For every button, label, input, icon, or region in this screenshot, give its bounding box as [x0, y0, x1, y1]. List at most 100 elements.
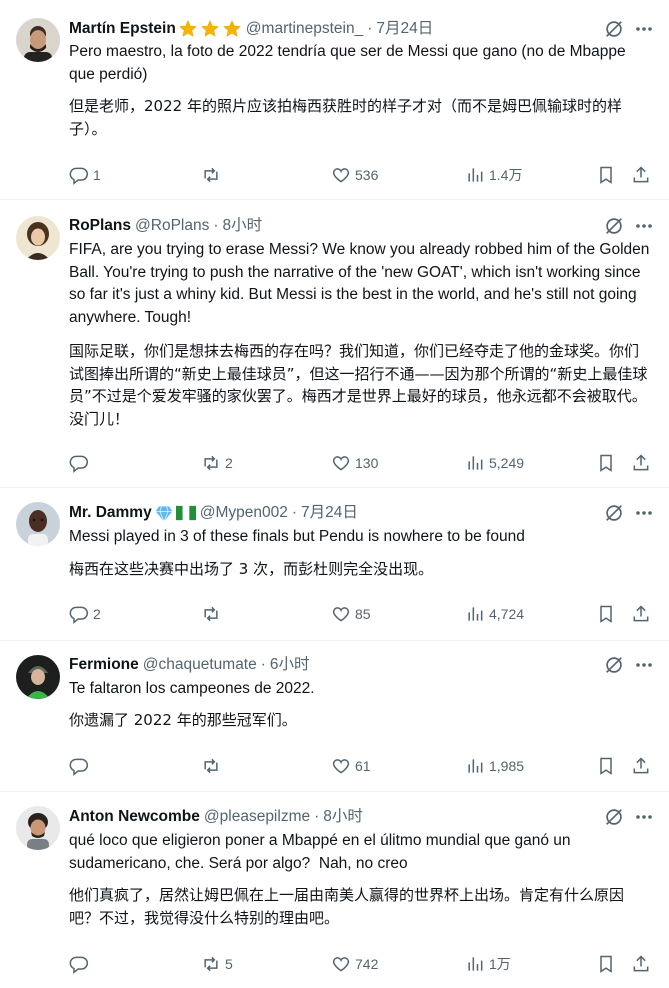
share-icon: [631, 165, 651, 185]
display-name[interactable]: Martín Epstein: [69, 18, 176, 40]
bookmark-button[interactable]: [596, 953, 616, 975]
user-handle[interactable]: @martinepstein_: [246, 18, 363, 40]
retweet-count: 2: [225, 455, 233, 471]
avatar[interactable]: [16, 502, 60, 546]
share-icon: [631, 756, 651, 776]
separator-dot: ·: [314, 808, 320, 825]
tweet-header: Fermione @chaquetumate · 6小时: [69, 654, 629, 676]
bar-chart-icon: [465, 954, 485, 974]
timestamp[interactable]: 8小时: [223, 215, 263, 237]
avatar[interactable]: [16, 18, 60, 62]
more-options-icon[interactable]: [633, 654, 655, 676]
like-button[interactable]: 130: [331, 452, 378, 474]
grok-icon[interactable]: [603, 806, 625, 828]
tweet[interactable]: Mr. Dammy @Mypen002 · 7月24日 Messi played…: [0, 488, 669, 641]
timestamp[interactable]: 6小时: [270, 654, 310, 676]
display-name[interactable]: Fermione: [69, 654, 139, 676]
timestamp[interactable]: 8小时: [323, 806, 363, 828]
timestamp[interactable]: 7月24日: [376, 18, 433, 40]
user-handle[interactable]: @RoPlans: [135, 215, 209, 237]
display-name[interactable]: Anton Newcombe: [69, 806, 200, 828]
reply-button[interactable]: [69, 953, 93, 975]
tweet-text: FIFA, are you trying to erase Messi? We …: [69, 241, 654, 326]
star-badge-icon: [200, 19, 220, 39]
reply-button[interactable]: [69, 452, 93, 474]
views-button[interactable]: 1.4万: [465, 164, 522, 186]
bookmark-button[interactable]: [596, 452, 616, 474]
like-count: 61: [355, 758, 371, 774]
views-button[interactable]: 5,249: [465, 452, 524, 474]
more-options-icon[interactable]: [633, 502, 655, 524]
share-button[interactable]: [631, 953, 651, 975]
views-button[interactable]: 4,724: [465, 603, 524, 625]
tweet-translation: 梅西在这些决赛中出场了 3 次，而彭杜则完全没出现。: [69, 560, 434, 578]
tweet-actions: 61 1,985: [69, 755, 653, 777]
reply-icon: [69, 756, 89, 776]
retweet-button[interactable]: [201, 164, 225, 186]
retweet-icon: [201, 453, 221, 473]
bookmark-icon: [596, 756, 616, 776]
more-options-icon[interactable]: [633, 18, 655, 40]
like-button[interactable]: 742: [331, 953, 378, 975]
bookmark-icon: [596, 453, 616, 473]
like-button[interactable]: 61: [331, 755, 371, 777]
reply-count: 2: [93, 606, 101, 622]
tweet-header: Anton Newcombe @pleasepilzme · 8小时: [69, 806, 629, 828]
share-icon: [631, 954, 651, 974]
more-options-icon[interactable]: [633, 215, 655, 237]
retweet-button[interactable]: 5: [201, 953, 233, 975]
tweet[interactable]: Martín Epstein @martinepstein_ · 7月24日 P…: [0, 0, 669, 200]
tweet-actions: 1 536 1.4万: [69, 164, 653, 186]
bookmark-button[interactable]: [596, 164, 616, 186]
user-handle[interactable]: @chaquetumate: [143, 654, 257, 676]
tweet-translation: 他们真疯了，居然让姆巴佩在上一届由南美人赢得的世界杯上出场。肯定有什么原因吧？不…: [69, 886, 625, 927]
bookmark-button[interactable]: [596, 755, 616, 777]
avatar[interactable]: [16, 655, 60, 699]
retweet-icon: [201, 165, 221, 185]
share-button[interactable]: [631, 755, 651, 777]
separator-dot: ·: [213, 217, 219, 234]
tweet-header: Mr. Dammy @Mypen002 · 7月24日: [69, 502, 629, 524]
tweet[interactable]: RoPlans @RoPlans · 8小时 FIFA, are you try…: [0, 200, 669, 488]
avatar[interactable]: [16, 216, 60, 260]
views-button[interactable]: 1万: [465, 953, 511, 975]
retweet-button[interactable]: 2: [201, 452, 233, 474]
tweet-translation: 国际足联，你们是想抹去梅西的存在吗？我们知道，你们已经夺走了他的金球奖。你们试图…: [69, 342, 648, 428]
retweet-button[interactable]: [201, 603, 225, 625]
reply-icon: [69, 453, 89, 473]
nigeria-flag-icon: [175, 505, 196, 521]
avatar[interactable]: [16, 806, 60, 850]
share-button[interactable]: [631, 452, 651, 474]
reply-button[interactable]: 1: [69, 164, 101, 186]
retweet-button[interactable]: [201, 755, 225, 777]
user-handle[interactable]: @pleasepilzme: [204, 806, 310, 828]
like-button[interactable]: 536: [331, 164, 378, 186]
retweet-icon: [201, 954, 221, 974]
reply-button[interactable]: [69, 755, 93, 777]
reply-button[interactable]: 2: [69, 603, 101, 625]
bar-chart-icon: [465, 165, 485, 185]
display-name[interactable]: Mr. Dammy: [69, 502, 152, 524]
heart-icon: [331, 453, 351, 473]
retweet-icon: [201, 604, 221, 624]
share-button[interactable]: [631, 164, 651, 186]
like-button[interactable]: 85: [331, 603, 371, 625]
tweet[interactable]: Fermione @chaquetumate · 6小时 Te faltaron…: [0, 641, 669, 792]
grok-icon[interactable]: [603, 654, 625, 676]
tweet[interactable]: Anton Newcombe @pleasepilzme · 8小时 qué l…: [0, 792, 669, 988]
grok-icon[interactable]: [603, 215, 625, 237]
user-handle[interactable]: @Mypen002: [200, 502, 288, 524]
grok-icon[interactable]: [603, 18, 625, 40]
heart-icon: [331, 756, 351, 776]
share-button[interactable]: [631, 603, 651, 625]
more-options-icon[interactable]: [633, 806, 655, 828]
separator-dot: ·: [291, 504, 297, 521]
tweet-translation: 但是老师，2022 年的照片应该拍梅西获胜时的样子才对（而不是姆巴佩输球时的样子…: [69, 97, 622, 138]
grok-icon[interactable]: [603, 502, 625, 524]
views-button[interactable]: 1,985: [465, 755, 524, 777]
bookmark-icon: [596, 604, 616, 624]
bookmark-button[interactable]: [596, 603, 616, 625]
display-name[interactable]: RoPlans: [69, 215, 131, 237]
tweet-text: Te faltaron los campeones de 2022.: [69, 680, 315, 697]
timestamp[interactable]: 7月24日: [301, 502, 358, 524]
